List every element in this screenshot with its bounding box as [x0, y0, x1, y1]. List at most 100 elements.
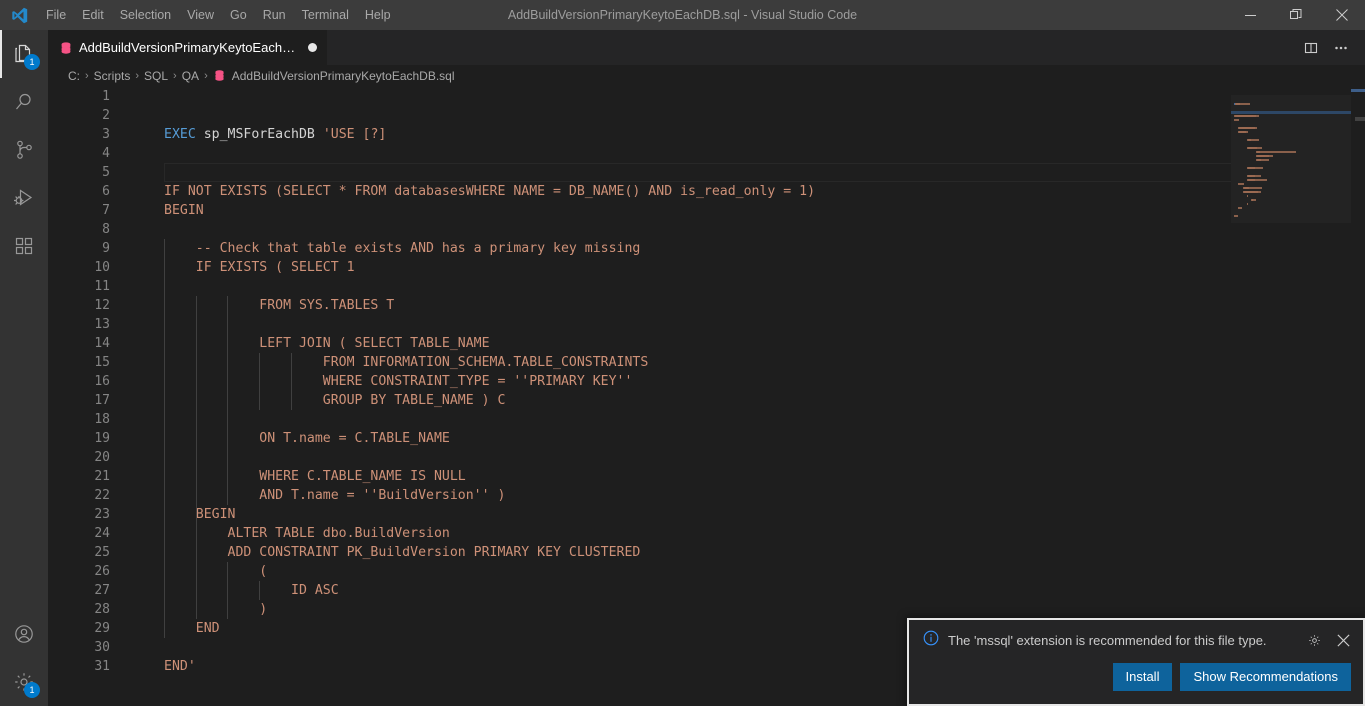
- show-recommendations-button[interactable]: Show Recommendations: [1180, 663, 1351, 691]
- minimap-line-segment: [1248, 191, 1258, 193]
- notification-close-button[interactable]: [1333, 631, 1353, 651]
- breadcrumb-item-0[interactable]: C:: [68, 69, 80, 83]
- code-text: AND T.name = ''BuildVersion'' ): [164, 486, 505, 505]
- breadcrumb-item-file[interactable]: AddBuildVersionPrimaryKeytoEachDB.sql: [213, 69, 455, 83]
- minimap[interactable]: [1231, 87, 1351, 706]
- code-line[interactable]: 12 FROM SYS.TABLES T: [48, 296, 1365, 315]
- scrollbar-thumb[interactable]: [1355, 117, 1365, 121]
- code-text: ALTER TABLE dbo.BuildVersion: [164, 524, 450, 543]
- code-line[interactable]: 24 ALTER TABLE dbo.BuildVersion: [48, 524, 1365, 543]
- code-line[interactable]: 3EXEC sp_MSForEachDB 'USE [?]: [48, 125, 1365, 144]
- code-line[interactable]: 17 GROUP BY TABLE_NAME ) C: [48, 391, 1365, 410]
- code-line[interactable]: 13: [48, 315, 1365, 334]
- menu-help[interactable]: Help: [357, 0, 399, 30]
- notification-buttons: Install Show Recommendations: [909, 657, 1363, 704]
- line-number: 11: [48, 277, 110, 296]
- vscode-window: File Edit Selection View Go Run Terminal…: [0, 0, 1365, 706]
- activity-bar: 1: [0, 30, 48, 706]
- line-number: 30: [48, 638, 110, 657]
- code-line[interactable]: 26 (: [48, 562, 1365, 581]
- code-line[interactable]: 20: [48, 448, 1365, 467]
- activity-bar-item-run-and-debug[interactable]: [0, 174, 48, 222]
- code-line[interactable]: 15 FROM INFORMATION_SCHEMA.TABLE_CONSTRA…: [48, 353, 1365, 372]
- indent-guide: [259, 353, 260, 410]
- code-line[interactable]: 23 BEGIN: [48, 505, 1365, 524]
- line-number: 26: [48, 562, 110, 581]
- code-line[interactable]: 14 LEFT JOIN ( SELECT TABLE_NAME: [48, 334, 1365, 353]
- menu-run[interactable]: Run: [255, 0, 294, 30]
- activity-bar-item-accounts[interactable]: [0, 610, 48, 658]
- code-line[interactable]: 25 ADD CONSTRAINT PK_BuildVersion PRIMAR…: [48, 543, 1365, 562]
- line-number: 28: [48, 600, 110, 619]
- breadcrumb: C: › Scripts › SQL › QA ›: [48, 65, 1365, 87]
- code-text: LEFT JOIN ( SELECT TABLE_NAME: [164, 334, 490, 353]
- activity-bar-item-manage[interactable]: 1: [0, 658, 48, 706]
- code-editor[interactable]: 123EXEC sp_MSForEachDB 'USE [?]456IF NOT…: [48, 87, 1365, 706]
- code-line[interactable]: 10 IF EXISTS ( SELECT 1: [48, 258, 1365, 277]
- line-number: 24: [48, 524, 110, 543]
- code-line[interactable]: 28 ): [48, 600, 1365, 619]
- code-line[interactable]: 8: [48, 220, 1365, 239]
- sql-file-icon: [213, 69, 227, 83]
- breadcrumb-separator: ›: [134, 70, 140, 82]
- breadcrumb-separator: ›: [203, 70, 209, 82]
- code-line[interactable]: 4: [48, 144, 1365, 163]
- menu-edit[interactable]: Edit: [74, 0, 112, 30]
- indent-guide: [227, 296, 228, 505]
- code-line[interactable]: 19 ON T.name = C.TABLE_NAME: [48, 429, 1365, 448]
- code-line[interactable]: 22 AND T.name = ''BuildVersion'' ): [48, 486, 1365, 505]
- activity-bar-item-source-control[interactable]: [0, 126, 48, 174]
- breadcrumb-item-3[interactable]: QA: [182, 69, 199, 83]
- install-button[interactable]: Install: [1113, 663, 1173, 691]
- code-lines-container: 123EXEC sp_MSForEachDB 'USE [?]456IF NOT…: [48, 87, 1365, 706]
- code-line[interactable]: 9 -- Check that table exists AND has a p…: [48, 239, 1365, 258]
- minimap-line-segment: [1249, 127, 1257, 129]
- activity-bar-item-explorer[interactable]: 1: [0, 30, 48, 78]
- code-text: GROUP BY TABLE_NAME ) C: [164, 391, 505, 410]
- tab-dirty-indicator[interactable]: [308, 43, 317, 52]
- breadcrumb-item-1[interactable]: Scripts: [94, 69, 131, 83]
- code-text: END': [164, 657, 196, 676]
- minimap-current-line-band: [1231, 111, 1351, 114]
- code-line[interactable]: 2: [48, 106, 1365, 125]
- menu-terminal[interactable]: Terminal: [294, 0, 357, 30]
- breadcrumb-separator: ›: [84, 70, 90, 82]
- code-line[interactable]: 27 ID ASC: [48, 581, 1365, 600]
- code-line[interactable]: 1: [48, 87, 1365, 106]
- split-editor-button[interactable]: [1297, 34, 1325, 62]
- activity-bar-item-extensions[interactable]: [0, 222, 48, 270]
- line-number: 8: [48, 220, 110, 239]
- editor-tab-active[interactable]: AddBuildVersionPrimaryKeytoEachDB.sql: [48, 30, 328, 65]
- menu-file[interactable]: File: [38, 0, 74, 30]
- code-text: (: [164, 562, 267, 581]
- minimap-line-segment: [1251, 147, 1262, 149]
- breadcrumb-file-label: AddBuildVersionPrimaryKeytoEachDB.sql: [232, 69, 455, 83]
- menu-bar[interactable]: File Edit Selection View Go Run Terminal…: [38, 0, 399, 30]
- indent-guide: [259, 581, 260, 600]
- line-number: 12: [48, 296, 110, 315]
- line-number: 15: [48, 353, 110, 372]
- code-line[interactable]: 11: [48, 277, 1365, 296]
- code-line[interactable]: 5: [48, 163, 1365, 182]
- window-controls: [1227, 0, 1365, 30]
- code-line[interactable]: 7BEGIN: [48, 201, 1365, 220]
- close-button[interactable]: [1319, 0, 1365, 30]
- menu-selection[interactable]: Selection: [112, 0, 179, 30]
- activity-bar-item-search[interactable]: [0, 78, 48, 126]
- restore-button[interactable]: [1273, 0, 1319, 30]
- menu-go[interactable]: Go: [222, 0, 255, 30]
- more-actions-button[interactable]: [1327, 34, 1355, 62]
- code-line[interactable]: 18: [48, 410, 1365, 429]
- activity-bar-top-group: 1: [0, 30, 48, 270]
- breadcrumb-item-2[interactable]: SQL: [144, 69, 168, 83]
- line-number: 19: [48, 429, 110, 448]
- line-number: 23: [48, 505, 110, 524]
- code-line[interactable]: 6IF NOT EXISTS (SELECT * FROM databasesW…: [48, 182, 1365, 201]
- code-line[interactable]: 16 WHERE CONSTRAINT_TYPE = ''PRIMARY KEY…: [48, 372, 1365, 391]
- code-text: END: [164, 619, 220, 638]
- notification-settings-button[interactable]: [1304, 631, 1324, 651]
- minimize-button[interactable]: [1227, 0, 1273, 30]
- menu-view[interactable]: View: [179, 0, 222, 30]
- code-line[interactable]: 21 WHERE C.TABLE_NAME IS NULL: [48, 467, 1365, 486]
- editor-vertical-scrollbar[interactable]: [1351, 87, 1365, 706]
